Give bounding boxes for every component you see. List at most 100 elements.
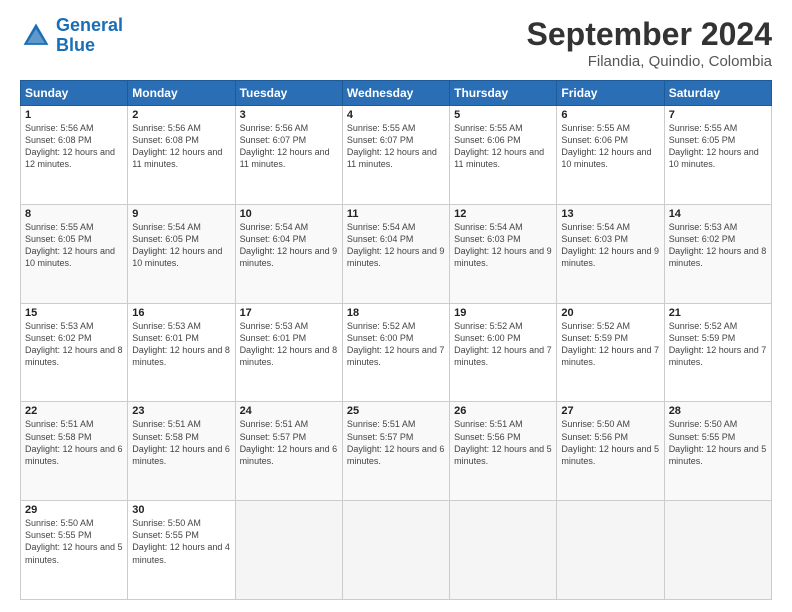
- col-header-saturday: Saturday: [664, 81, 771, 106]
- calendar-table: SundayMondayTuesdayWednesdayThursdayFrid…: [20, 80, 772, 600]
- day-number: 26: [454, 405, 552, 417]
- day-info: Sunrise: 5:52 AMSunset: 6:00 PMDaylight:…: [347, 320, 445, 369]
- day-info: Sunrise: 5:50 AMSunset: 5:55 PMDaylight:…: [669, 418, 767, 467]
- calendar-week-5: 29 Sunrise: 5:50 AMSunset: 5:55 PMDaylig…: [21, 501, 772, 600]
- day-number: 11: [347, 208, 445, 220]
- day-info: Sunrise: 5:55 AMSunset: 6:06 PMDaylight:…: [454, 122, 552, 171]
- day-number: 17: [240, 307, 338, 319]
- day-number: 28: [669, 405, 767, 417]
- day-number: 9: [132, 208, 230, 220]
- day-number: 3: [240, 109, 338, 121]
- day-number: 2: [132, 109, 230, 121]
- day-number: 8: [25, 208, 123, 220]
- calendar-cell: 4 Sunrise: 5:55 AMSunset: 6:07 PMDayligh…: [342, 106, 449, 205]
- day-info: Sunrise: 5:55 AMSunset: 6:06 PMDaylight:…: [561, 122, 659, 171]
- day-number: 16: [132, 307, 230, 319]
- day-info: Sunrise: 5:56 AMSunset: 6:08 PMDaylight:…: [132, 122, 230, 171]
- calendar-cell: 5 Sunrise: 5:55 AMSunset: 6:06 PMDayligh…: [450, 106, 557, 205]
- day-info: Sunrise: 5:55 AMSunset: 6:05 PMDaylight:…: [25, 221, 123, 270]
- calendar-cell: 20 Sunrise: 5:52 AMSunset: 5:59 PMDaylig…: [557, 303, 664, 402]
- day-number: 29: [25, 504, 123, 516]
- day-number: 22: [25, 405, 123, 417]
- day-info: Sunrise: 5:56 AMSunset: 6:07 PMDaylight:…: [240, 122, 338, 171]
- calendar-cell: [664, 501, 771, 600]
- calendar-cell: 21 Sunrise: 5:52 AMSunset: 5:59 PMDaylig…: [664, 303, 771, 402]
- calendar-cell: 7 Sunrise: 5:55 AMSunset: 6:05 PMDayligh…: [664, 106, 771, 205]
- day-info: Sunrise: 5:52 AMSunset: 5:59 PMDaylight:…: [669, 320, 767, 369]
- logo-general: General: [56, 15, 123, 35]
- day-info: Sunrise: 5:56 AMSunset: 6:08 PMDaylight:…: [25, 122, 123, 171]
- day-number: 30: [132, 504, 230, 516]
- day-info: Sunrise: 5:53 AMSunset: 6:01 PMDaylight:…: [240, 320, 338, 369]
- calendar-cell: 11 Sunrise: 5:54 AMSunset: 6:04 PMDaylig…: [342, 204, 449, 303]
- day-number: 1: [25, 109, 123, 121]
- day-info: Sunrise: 5:50 AMSunset: 5:55 PMDaylight:…: [25, 517, 123, 566]
- day-info: Sunrise: 5:54 AMSunset: 6:03 PMDaylight:…: [454, 221, 552, 270]
- logo-blue: Blue: [56, 35, 95, 55]
- calendar-cell: 9 Sunrise: 5:54 AMSunset: 6:05 PMDayligh…: [128, 204, 235, 303]
- logo: General Blue: [20, 16, 123, 56]
- calendar-cell: 14 Sunrise: 5:53 AMSunset: 6:02 PMDaylig…: [664, 204, 771, 303]
- day-info: Sunrise: 5:51 AMSunset: 5:57 PMDaylight:…: [347, 418, 445, 467]
- day-number: 15: [25, 307, 123, 319]
- day-number: 18: [347, 307, 445, 319]
- calendar-cell: 24 Sunrise: 5:51 AMSunset: 5:57 PMDaylig…: [235, 402, 342, 501]
- logo-text: General Blue: [56, 16, 123, 56]
- calendar-week-1: 1 Sunrise: 5:56 AMSunset: 6:08 PMDayligh…: [21, 106, 772, 205]
- month-title: September 2024: [527, 16, 772, 53]
- day-number: 5: [454, 109, 552, 121]
- day-number: 20: [561, 307, 659, 319]
- day-number: 23: [132, 405, 230, 417]
- col-header-wednesday: Wednesday: [342, 81, 449, 106]
- col-header-thursday: Thursday: [450, 81, 557, 106]
- calendar-cell: 13 Sunrise: 5:54 AMSunset: 6:03 PMDaylig…: [557, 204, 664, 303]
- calendar-cell: [342, 501, 449, 600]
- day-number: 21: [669, 307, 767, 319]
- day-info: Sunrise: 5:54 AMSunset: 6:05 PMDaylight:…: [132, 221, 230, 270]
- day-info: Sunrise: 5:53 AMSunset: 6:02 PMDaylight:…: [669, 221, 767, 270]
- day-number: 13: [561, 208, 659, 220]
- calendar-header-row: SundayMondayTuesdayWednesdayThursdayFrid…: [21, 81, 772, 106]
- col-header-friday: Friday: [557, 81, 664, 106]
- calendar-cell: 30 Sunrise: 5:50 AMSunset: 5:55 PMDaylig…: [128, 501, 235, 600]
- calendar-cell: 2 Sunrise: 5:56 AMSunset: 6:08 PMDayligh…: [128, 106, 235, 205]
- col-header-tuesday: Tuesday: [235, 81, 342, 106]
- day-info: Sunrise: 5:51 AMSunset: 5:58 PMDaylight:…: [132, 418, 230, 467]
- calendar-cell: 3 Sunrise: 5:56 AMSunset: 6:07 PMDayligh…: [235, 106, 342, 205]
- calendar-cell: 10 Sunrise: 5:54 AMSunset: 6:04 PMDaylig…: [235, 204, 342, 303]
- day-number: 25: [347, 405, 445, 417]
- calendar-cell: 6 Sunrise: 5:55 AMSunset: 6:06 PMDayligh…: [557, 106, 664, 205]
- calendar-cell: 19 Sunrise: 5:52 AMSunset: 6:00 PMDaylig…: [450, 303, 557, 402]
- col-header-sunday: Sunday: [21, 81, 128, 106]
- day-number: 12: [454, 208, 552, 220]
- calendar-cell: 22 Sunrise: 5:51 AMSunset: 5:58 PMDaylig…: [21, 402, 128, 501]
- subtitle: Filandia, Quindio, Colombia: [527, 53, 772, 70]
- day-info: Sunrise: 5:51 AMSunset: 5:56 PMDaylight:…: [454, 418, 552, 467]
- calendar-cell: 1 Sunrise: 5:56 AMSunset: 6:08 PMDayligh…: [21, 106, 128, 205]
- day-info: Sunrise: 5:51 AMSunset: 5:57 PMDaylight:…: [240, 418, 338, 467]
- calendar-cell: 15 Sunrise: 5:53 AMSunset: 6:02 PMDaylig…: [21, 303, 128, 402]
- day-info: Sunrise: 5:52 AMSunset: 6:00 PMDaylight:…: [454, 320, 552, 369]
- day-number: 10: [240, 208, 338, 220]
- calendar-cell: 8 Sunrise: 5:55 AMSunset: 6:05 PMDayligh…: [21, 204, 128, 303]
- header: General Blue September 2024 Filandia, Qu…: [20, 16, 772, 70]
- day-info: Sunrise: 5:54 AMSunset: 6:03 PMDaylight:…: [561, 221, 659, 270]
- day-info: Sunrise: 5:53 AMSunset: 6:01 PMDaylight:…: [132, 320, 230, 369]
- calendar-cell: [235, 501, 342, 600]
- day-number: 27: [561, 405, 659, 417]
- calendar-cell: 16 Sunrise: 5:53 AMSunset: 6:01 PMDaylig…: [128, 303, 235, 402]
- day-number: 14: [669, 208, 767, 220]
- day-info: Sunrise: 5:50 AMSunset: 5:55 PMDaylight:…: [132, 517, 230, 566]
- day-info: Sunrise: 5:55 AMSunset: 6:05 PMDaylight:…: [669, 122, 767, 171]
- calendar-week-3: 15 Sunrise: 5:53 AMSunset: 6:02 PMDaylig…: [21, 303, 772, 402]
- calendar-cell: 23 Sunrise: 5:51 AMSunset: 5:58 PMDaylig…: [128, 402, 235, 501]
- calendar-cell: 18 Sunrise: 5:52 AMSunset: 6:00 PMDaylig…: [342, 303, 449, 402]
- day-info: Sunrise: 5:53 AMSunset: 6:02 PMDaylight:…: [25, 320, 123, 369]
- day-number: 4: [347, 109, 445, 121]
- calendar-cell: 29 Sunrise: 5:50 AMSunset: 5:55 PMDaylig…: [21, 501, 128, 600]
- day-info: Sunrise: 5:54 AMSunset: 6:04 PMDaylight:…: [240, 221, 338, 270]
- calendar-cell: 26 Sunrise: 5:51 AMSunset: 5:56 PMDaylig…: [450, 402, 557, 501]
- day-number: 7: [669, 109, 767, 121]
- calendar-week-2: 8 Sunrise: 5:55 AMSunset: 6:05 PMDayligh…: [21, 204, 772, 303]
- calendar-cell: 25 Sunrise: 5:51 AMSunset: 5:57 PMDaylig…: [342, 402, 449, 501]
